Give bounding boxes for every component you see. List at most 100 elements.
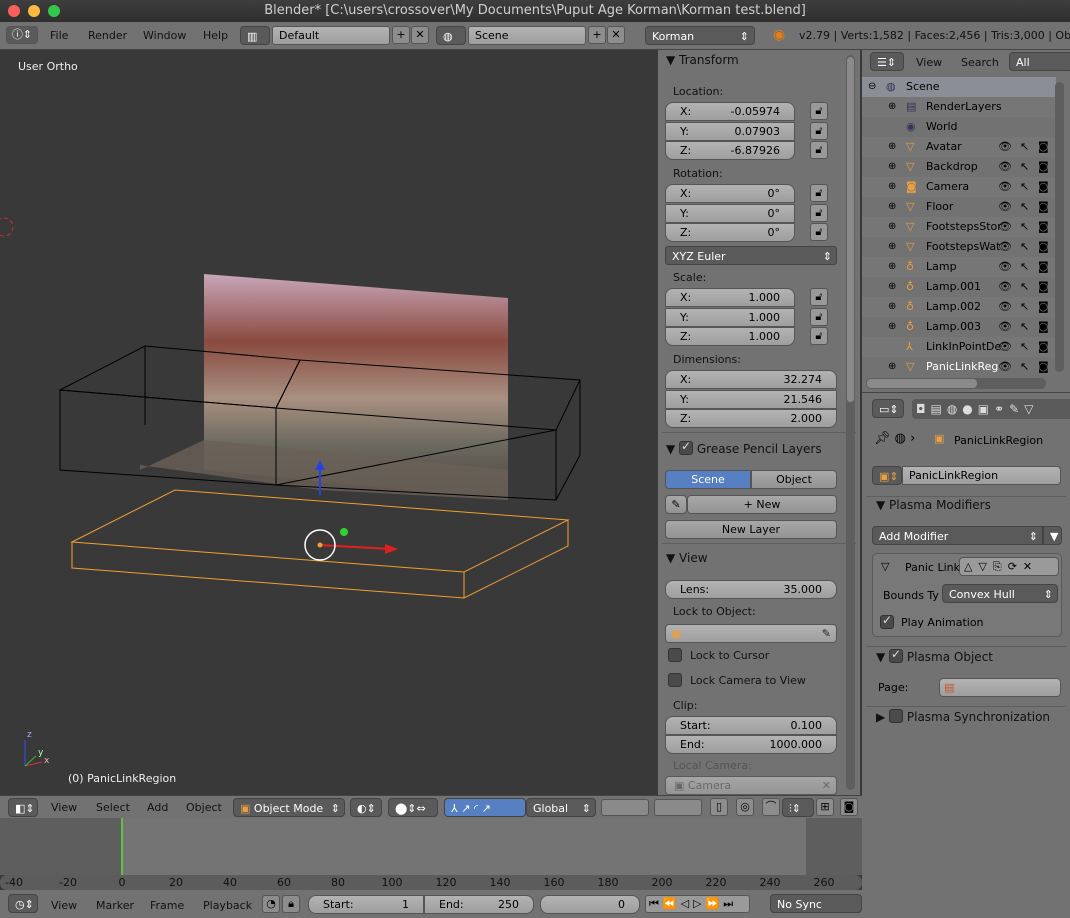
collapse-modifier-icon[interactable]: ▽ (881, 560, 889, 573)
lock-object-field[interactable]: ▣ ✎ (665, 624, 837, 643)
eye-icon[interactable]: 👁︎ (998, 337, 1012, 357)
play-animation-checkbox[interactable] (880, 613, 894, 629)
timeline-menu-marker[interactable]: Marker (96, 899, 134, 912)
plasma-object-checkbox[interactable] (889, 647, 904, 663)
timeline-menu-view[interactable]: View (51, 899, 77, 912)
expand-icon[interactable]: ⊕ (888, 197, 896, 217)
3d-cursor[interactable] (0, 217, 14, 237)
add-scene-icon[interactable]: + (588, 26, 606, 44)
menu-file[interactable]: File (50, 29, 68, 42)
select-cursor-icon[interactable]: ↖ (1020, 337, 1029, 357)
snap-target-icon[interactable]: ⊞ (816, 798, 834, 816)
properties-editor-type-icon[interactable]: ▭⇕ (872, 399, 904, 418)
lock-icon[interactable]: 🔓︎ (810, 223, 828, 241)
render-engine-dropdown[interactable]: Korman ⇕ (645, 26, 755, 45)
modifier-actions[interactable]: △▽⎘⟳✕ (959, 557, 1059, 576)
menu-window[interactable]: Window (143, 29, 186, 42)
outliner-vscrollbar[interactable] (1055, 82, 1064, 372)
plasma-object-header[interactable]: ▼ Plasma Object (876, 647, 993, 664)
render-camera-icon[interactable]: ◙ (1038, 297, 1049, 317)
lock-icon[interactable]: 🔒︎ (282, 895, 300, 913)
outliner-item[interactable]: ⊕ ▽ Floor 👁︎ ↖ ◙ (862, 197, 1056, 217)
outliner-editor-type-icon[interactable]: ☰⇕ (870, 52, 904, 71)
outliner-item[interactable]: ⊕ ▽ FootstepsStor 👁︎ ↖ ◙ (862, 217, 1056, 237)
dimensions-y-field[interactable]: Y: 21.546 (665, 389, 837, 409)
lock-icon[interactable]: 🔓︎ (810, 307, 828, 326)
layer-lock-icon[interactable]: ▯ (710, 798, 728, 816)
new-layer-button[interactable]: New Layer (665, 520, 837, 539)
x-axis-arrow[interactable] (319, 544, 391, 550)
timeline-ruler[interactable]: -40 -20 0 20 40 60 80 100 120 140 160 180 200 220 240 2… (0, 875, 862, 890)
playback-controls[interactable]: ⏮⏪◁▷⏩⏭ (645, 895, 750, 913)
outliner-item[interactable]: ◉ World (862, 117, 1056, 137)
render-camera-icon[interactable]: ◙ (1038, 217, 1049, 237)
select-cursor-icon[interactable]: ↖ (1020, 197, 1029, 217)
expand-icon[interactable]: ⊕ (888, 157, 896, 177)
select-cursor-icon[interactable]: ↖ (1020, 297, 1029, 317)
timeline-menu-playback[interactable]: Playback (203, 899, 252, 912)
view3d-editor-type-icon[interactable]: ◧⇕ (8, 798, 38, 817)
outliner-filter-dropdown[interactable]: All Scenes (1009, 52, 1070, 88)
select-cursor-icon[interactable]: ↖ (1020, 157, 1029, 177)
grease-pencil-panel-header[interactable]: ▼ Grease Pencil Layers (666, 439, 822, 456)
mode-dropdown[interactable]: ▣ Object Mode ⇕ (233, 798, 345, 817)
location-z-field[interactable]: Z: -6.87926 (665, 141, 795, 160)
properties-context-tabs[interactable]: ◘▤◍●▣⚭✎▽ (912, 399, 1070, 419)
scene-icon[interactable]: ◍ (436, 26, 466, 45)
expand-icon[interactable]: ⊕ (888, 257, 896, 277)
expand-icon[interactable]: ⊖ (868, 77, 876, 97)
eye-icon[interactable]: 👁︎ (998, 237, 1012, 257)
render-camera-icon[interactable]: ◙ (1038, 337, 1049, 357)
outliner-item[interactable]: ⊖ ◍ Scene (862, 77, 1056, 97)
menu-help[interactable]: Help (203, 29, 228, 42)
outliner-menu-search[interactable]: Search (961, 56, 999, 69)
object-name-field[interactable]: PanicLinkRegion (902, 466, 1061, 485)
snap-element-dropdown[interactable]: ⫶⇕ (782, 798, 814, 817)
outliner-item[interactable]: ⊕ ▽ Avatar 👁︎ ↖ ◙ (862, 137, 1056, 157)
clip-start-field[interactable]: Start: 0.100 (665, 716, 837, 735)
transform-panel-header[interactable]: ▼ Transform (666, 53, 739, 67)
npanel-scrollbar[interactable] (846, 55, 855, 790)
rotation-y-field[interactable]: Y: 0° (665, 203, 795, 223)
snap-icon[interactable]: ⌒ (762, 798, 780, 816)
expand-icon[interactable]: ⊕ (888, 297, 896, 317)
bounds-dropdown[interactable]: Convex Hull ⇕ (942, 584, 1058, 603)
eye-icon[interactable]: 👁︎ (998, 277, 1012, 297)
sync-dropdown[interactable]: No Sync (770, 894, 862, 913)
add-modifier-dropdown[interactable]: Add Modifier ⇕ (872, 526, 1043, 545)
scene-selector[interactable]: Scene (468, 26, 586, 45)
dimensions-z-field[interactable]: Z: 2.000 (665, 409, 837, 428)
outliner-item[interactable]: ⊕ ▽ FootstepsWat 👁︎ ↖ ◙ (862, 237, 1056, 257)
select-cursor-icon[interactable]: ↖ (1020, 317, 1029, 337)
rotation-x-field[interactable]: X: 0° (665, 184, 795, 203)
outliner-item[interactable]: ⊕ ▽ Backdrop 👁︎ ↖ ◙ (862, 157, 1056, 177)
expand-icon[interactable]: ⊕ (888, 137, 896, 157)
expand-icon[interactable]: ⊕ (888, 97, 896, 117)
eye-icon[interactable]: 👁︎ (998, 297, 1012, 317)
3d-viewport[interactable]: User Ortho z y x (0) PanicLinkRegion (0, 50, 658, 795)
eye-icon[interactable]: 👁︎ (998, 157, 1012, 177)
timeline-menu-frame[interactable]: Frame (150, 899, 184, 912)
page-field[interactable]: ▤ (939, 678, 1061, 697)
select-cursor-icon[interactable]: ↖ (1020, 357, 1029, 377)
lens-field[interactable]: Lens: 35.000 (665, 580, 837, 599)
plasma-modifiers-header[interactable]: ▼ Plasma Modifiers (876, 498, 991, 512)
current-frame-field[interactable]: 0 (540, 895, 640, 914)
minimize-window-button[interactable] (28, 5, 40, 17)
expand-icon[interactable]: ⊕ (888, 277, 896, 297)
render-icon[interactable]: ◙ (840, 798, 858, 816)
modifier-menu-icon[interactable]: ▼ (1043, 526, 1062, 545)
layer-buttons-2[interactable] (654, 799, 702, 816)
rotation-z-field[interactable]: Z: 0° (665, 223, 795, 242)
close-window-button[interactable] (8, 5, 20, 17)
plasma-sync-checkbox[interactable] (889, 709, 904, 723)
eye-icon[interactable]: 👁︎ (998, 217, 1012, 237)
outliner-item[interactable]: ⊕ ▤ RenderLayers (862, 97, 1056, 117)
outliner-menu-view[interactable]: View (916, 56, 942, 69)
expand-icon[interactable]: ⊕ (888, 317, 896, 337)
layout-selector[interactable]: Default (272, 26, 390, 45)
eye-icon[interactable]: 👁︎ (998, 197, 1012, 217)
lock-cursor-checkbox[interactable] (668, 648, 682, 662)
location-y-field[interactable]: Y: 0.07903 (665, 121, 795, 141)
manipulator-toggles[interactable]: ⅄ ↗ ◜ ↗ (444, 798, 526, 817)
